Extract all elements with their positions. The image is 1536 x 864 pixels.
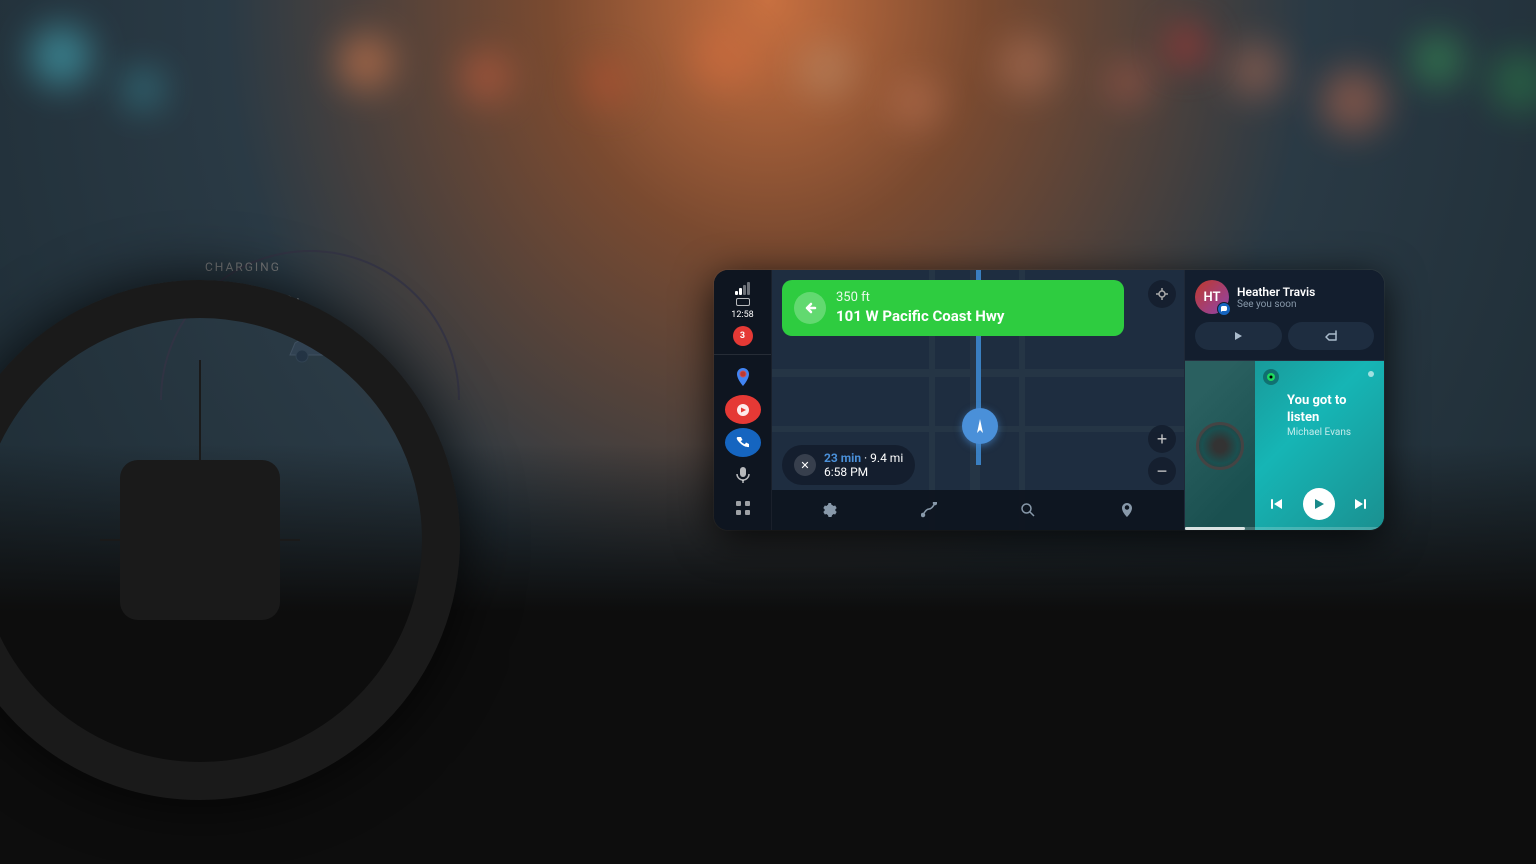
contact-message: See you soon — [1237, 299, 1374, 310]
music-progress-bar[interactable] — [1185, 527, 1384, 530]
music-controls — [1263, 488, 1374, 520]
navigation-card: 350 ft 101 W Pacific Coast Hwy — [782, 280, 1124, 336]
music-play-button[interactable] — [1303, 488, 1335, 520]
music-next-button[interactable] — [1346, 490, 1374, 518]
eta-duration: 23 min — [824, 451, 861, 465]
android-auto-display: 12:58 3 — [714, 270, 1384, 530]
zoom-in-button[interactable]: + — [1148, 425, 1176, 453]
contact-play-button[interactable] — [1195, 322, 1282, 350]
sidebar-icon-youtube-music[interactable] — [725, 395, 761, 424]
music-artist: Michael Evans — [1287, 427, 1374, 438]
music-progress-fill — [1185, 527, 1245, 530]
settings-button[interactable] — [816, 496, 844, 524]
signal-bar-1 — [735, 291, 738, 295]
sidebar-icon-phone[interactable] — [725, 428, 761, 457]
contact-reply-button[interactable] — [1288, 322, 1375, 350]
contact-avatar-initials: HT — [1203, 290, 1220, 305]
contact-avatar: HT — [1195, 280, 1229, 314]
sidebar: 12:58 3 — [714, 270, 772, 530]
album-art — [1185, 361, 1255, 530]
charging-label: Charging — [205, 260, 281, 274]
map-toolbar — [772, 490, 1184, 530]
destination-button[interactable] — [1113, 496, 1141, 524]
signal-bar-3 — [743, 285, 746, 295]
eta-close-button[interactable]: ✕ — [794, 454, 816, 476]
status-time: 12:58 — [731, 310, 753, 322]
nav-street: 101 W Pacific Coast Hwy — [836, 307, 1004, 327]
map-zoom-controls: + − — [1148, 425, 1176, 485]
music-card: You got to listen Michael Evans — [1185, 361, 1384, 530]
turn-arrow-icon — [794, 292, 826, 324]
signal-bars — [735, 282, 750, 295]
signal-bar-2 — [739, 288, 742, 295]
steering-spoke-horizontal — [100, 539, 300, 541]
route-button[interactable] — [915, 496, 943, 524]
location-center-button[interactable] — [1148, 280, 1176, 308]
map-area: 350 ft 101 W Pacific Coast Hwy ✕ 23 min … — [772, 270, 1184, 530]
location-arrow — [962, 408, 998, 444]
music-info: You got to listen Michael Evans — [1263, 371, 1374, 438]
music-prev-button[interactable] — [1263, 490, 1291, 518]
signal-bar-4 — [747, 282, 750, 295]
music-title: You got to listen — [1287, 393, 1374, 427]
search-button[interactable] — [1014, 496, 1042, 524]
notification-badge[interactable]: 3 — [733, 326, 753, 346]
contact-card: HT Heather Travis See you soon — [1185, 270, 1384, 361]
nav-distance: 350 ft — [836, 290, 1004, 307]
vinyl-disc — [1196, 422, 1244, 470]
status-bar: 12:58 3 — [714, 278, 771, 355]
right-panel: HT Heather Travis See you soon — [1184, 270, 1384, 530]
sidebar-icon-maps[interactable] — [725, 363, 761, 392]
nav-text: 350 ft 101 W Pacific Coast Hwy — [836, 290, 1004, 326]
eta-card: ✕ 23 min · 9.4 mi 6:58 PM — [782, 445, 915, 485]
contact-header: HT Heather Travis See you soon — [1195, 280, 1374, 314]
sidebar-icon-apps[interactable] — [725, 493, 761, 522]
eta-info: 23 min · 9.4 mi 6:58 PM — [824, 451, 903, 479]
eta-arrival-time: 6:58 PM — [824, 465, 868, 479]
eta-distance: 9.4 mi — [870, 451, 903, 465]
message-badge — [1217, 302, 1231, 316]
sidebar-icon-mic[interactable] — [725, 461, 761, 490]
contact-name: Heather Travis — [1237, 285, 1374, 299]
contact-actions — [1195, 322, 1374, 350]
zoom-out-button[interactable]: − — [1148, 457, 1176, 485]
album-art-visual — [1185, 361, 1255, 530]
contact-info: Heather Travis See you soon — [1237, 285, 1374, 310]
wifi-icon — [736, 298, 750, 306]
map-controls: + − — [1148, 280, 1176, 485]
